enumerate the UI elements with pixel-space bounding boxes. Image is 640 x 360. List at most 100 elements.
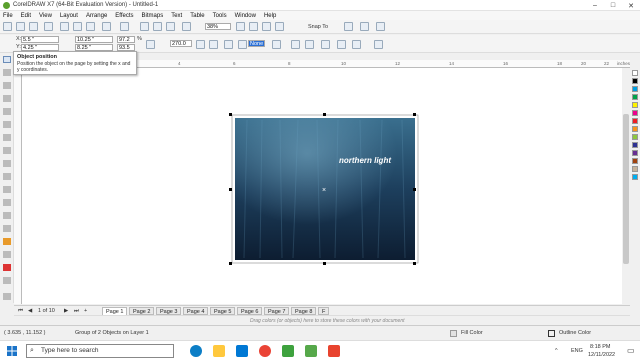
- menu-table[interactable]: Table: [190, 13, 204, 19]
- combine-icon[interactable]: [337, 40, 346, 49]
- snap-to-dropdown[interactable]: Snap To: [308, 24, 328, 30]
- clock-date[interactable]: 12/11/2022: [588, 352, 615, 358]
- full-screen-icon[interactable]: [236, 22, 245, 31]
- vertical-scrollbar[interactable]: [622, 68, 630, 304]
- ellipse-tool-icon[interactable]: [3, 147, 11, 154]
- menu-edit[interactable]: Edit: [21, 13, 31, 19]
- palette-swatch[interactable]: [632, 102, 638, 108]
- language-indicator[interactable]: ENG: [571, 348, 583, 354]
- scroll-thumb[interactable]: [623, 114, 629, 264]
- taskbar-search-input[interactable]: Type here to search: [26, 344, 174, 358]
- menu-file[interactable]: File: [3, 13, 13, 19]
- crop-tool-icon[interactable]: [3, 82, 11, 89]
- menu-layout[interactable]: Layout: [60, 13, 78, 19]
- zoom-tool-icon[interactable]: [3, 95, 11, 102]
- object-height-field[interactable]: 8.25 ": [75, 44, 113, 51]
- text-tool-icon[interactable]: [3, 173, 11, 180]
- rotation-angle-field[interactable]: 270.0: [170, 40, 192, 47]
- tab-page-4[interactable]: Page 4: [183, 307, 209, 315]
- tab-page-3[interactable]: Page 3: [156, 307, 182, 315]
- coreldraw-taskbar-icon[interactable]: [282, 345, 294, 357]
- show-guidelines-icon[interactable]: [275, 22, 284, 31]
- search-content-icon[interactable]: [140, 22, 149, 31]
- outline-width-field[interactable]: None: [248, 40, 265, 47]
- print-icon[interactable]: [44, 22, 53, 31]
- menu-view[interactable]: View: [39, 13, 52, 19]
- text-wrap-icon[interactable]: [224, 40, 233, 49]
- palette-swatch[interactable]: [632, 134, 638, 140]
- new-document-icon[interactable]: [3, 22, 12, 31]
- menu-bitmaps[interactable]: Bitmaps: [142, 13, 164, 19]
- application-launcher-icon[interactable]: [360, 22, 369, 31]
- first-page-button[interactable]: ⏮: [18, 308, 23, 315]
- palette-swatch[interactable]: [632, 86, 638, 92]
- transparency-tool-icon[interactable]: [3, 238, 11, 245]
- palette-swatch[interactable]: [632, 126, 638, 132]
- tab-page-7[interactable]: Page 7: [264, 307, 290, 315]
- options-icon[interactable]: [376, 22, 385, 31]
- save-icon[interactable]: [29, 22, 38, 31]
- document-palette-bar[interactable]: Drag colors (or objects) here to store t…: [14, 315, 630, 325]
- welcome-screen-icon[interactable]: [344, 22, 353, 31]
- rectangle-tool-icon[interactable]: [3, 134, 11, 141]
- drawing-canvas[interactable]: × northern light: [22, 68, 622, 304]
- chrome-icon[interactable]: [259, 345, 271, 357]
- palette-swatch[interactable]: [632, 110, 638, 116]
- tab-page-5[interactable]: Page 5: [210, 307, 236, 315]
- mirror-horizontal-icon[interactable]: [196, 40, 205, 49]
- windows-start-icon[interactable]: [7, 346, 17, 356]
- notification-icon[interactable]: ▭: [627, 346, 635, 355]
- paste-icon[interactable]: [86, 22, 95, 31]
- connector-tool-icon[interactable]: [3, 212, 11, 219]
- polygon-tool-icon[interactable]: [3, 160, 11, 167]
- scale-y-field[interactable]: 93.5: [117, 44, 135, 51]
- palette-swatch[interactable]: [632, 166, 638, 172]
- tab-page-6[interactable]: Page 6: [237, 307, 263, 315]
- tab-page-1[interactable]: Page 1: [102, 307, 128, 315]
- zoom-level-field[interactable]: 38%: [205, 23, 231, 30]
- tray-expand-icon[interactable]: ^: [555, 348, 558, 354]
- undo-icon[interactable]: [102, 22, 111, 31]
- tab-page-8[interactable]: Page 8: [291, 307, 317, 315]
- shape-tool-icon[interactable]: [3, 69, 11, 76]
- outline-color-label[interactable]: Outline Color: [559, 330, 591, 336]
- minimize-button[interactable]: –: [586, 0, 604, 11]
- open-icon[interactable]: [16, 22, 25, 31]
- palette-swatch[interactable]: [632, 94, 638, 100]
- edge-browser-icon[interactable]: [190, 345, 202, 357]
- redo-icon[interactable]: [120, 22, 129, 31]
- object-y-field[interactable]: 4.25 ": [21, 44, 59, 51]
- corel-photo-paint-icon[interactable]: [305, 345, 317, 357]
- smart-fill-tool-icon[interactable]: [3, 277, 11, 284]
- align-distribute-icon[interactable]: [374, 40, 383, 49]
- object-x-field[interactable]: 5.5 ": [21, 36, 59, 43]
- copy-icon[interactable]: [73, 22, 82, 31]
- eyedropper-tool-icon[interactable]: [3, 251, 11, 258]
- northern-light-text[interactable]: northern light: [339, 156, 391, 165]
- show-rulers-icon[interactable]: [249, 22, 258, 31]
- import-icon[interactable]: [153, 22, 162, 31]
- ungroup-all-icon[interactable]: [321, 40, 330, 49]
- menu-effects[interactable]: Effects: [115, 13, 133, 19]
- fill-swatch-icon[interactable]: [450, 330, 457, 337]
- menu-tools[interactable]: Tools: [213, 13, 227, 19]
- to-back-icon[interactable]: [291, 40, 300, 49]
- pick-tool-icon[interactable]: [3, 56, 11, 63]
- object-width-field[interactable]: 10.25 ": [75, 36, 113, 43]
- clock-time[interactable]: 8:18 PM: [590, 344, 610, 350]
- add-page-button[interactable]: +: [84, 308, 87, 314]
- mail-icon[interactable]: [236, 345, 248, 357]
- publish-pdf-icon[interactable]: [182, 22, 191, 31]
- maximize-button[interactable]: □: [604, 0, 622, 11]
- lock-ratio-icon[interactable]: [146, 40, 155, 49]
- vertical-ruler[interactable]: [14, 68, 22, 304]
- palette-swatch[interactable]: [632, 150, 638, 156]
- close-button[interactable]: ✕: [622, 0, 640, 11]
- add-tool-icon[interactable]: [3, 293, 11, 300]
- menu-text[interactable]: Text: [171, 13, 182, 19]
- previous-page-button[interactable]: ◀: [28, 308, 32, 314]
- menu-window[interactable]: Window: [235, 13, 256, 19]
- table-tool-icon[interactable]: [3, 186, 11, 193]
- tab-page-2[interactable]: Page 2: [129, 307, 155, 315]
- artistic-media-tool-icon[interactable]: [3, 121, 11, 128]
